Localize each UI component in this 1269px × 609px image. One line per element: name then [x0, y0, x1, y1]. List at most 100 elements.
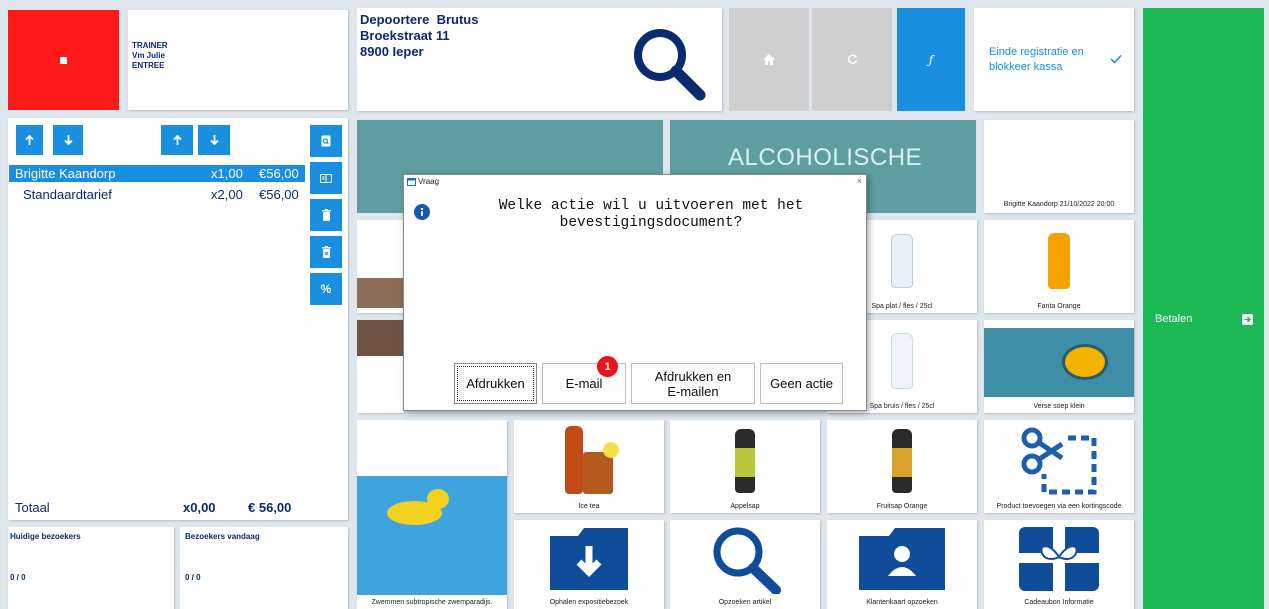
split-button[interactable]	[310, 162, 342, 194]
event-label: Brigitte Kaandorp 21/10/2022 20:00	[1003, 201, 1115, 208]
location-label: ENTREE	[132, 61, 165, 70]
step-badge-label: 1	[604, 360, 611, 373]
product-tile[interactable]	[357, 320, 404, 413]
scroll-down-button[interactable]	[198, 125, 230, 155]
arrow-up-icon	[25, 134, 34, 145]
product-tile[interactable]: Ice tea	[514, 420, 664, 513]
step-badge: 1	[597, 356, 618, 377]
refresh-icon	[847, 54, 857, 65]
info-icon	[414, 204, 430, 220]
product-tile[interactable]	[357, 220, 404, 313]
water-bottle-image	[891, 332, 913, 389]
orange-juice-bottle-image	[892, 428, 912, 493]
category-label: ALCOHOLISCHE	[728, 144, 923, 171]
event-tile[interactable]: Brigitte Kaandorp 21/10/2022 20:00	[984, 120, 1134, 213]
print-and-email-button[interactable]: Afdrukken en E-mailen	[631, 363, 755, 404]
search-icon	[713, 527, 781, 594]
arrow-up-icon	[172, 134, 182, 145]
delete-line-button[interactable]	[310, 199, 342, 231]
dialog-message-line1: Welke actie wil u uitvoeren met het	[498, 198, 804, 214]
document-search-icon	[321, 135, 331, 147]
product-tile[interactable]: Verse soep klein	[984, 320, 1134, 413]
move-up-button[interactable]	[16, 125, 43, 155]
product-label: Ice tea	[578, 503, 600, 510]
customer-street: Broekstraat 11	[360, 28, 450, 43]
question-dialog: Vraag × Welke actie wil u uitvoeren met …	[403, 174, 867, 411]
visitors-today-panel: Bezoekers vandaag 0 / 0	[180, 527, 348, 609]
order-line-qty: x2,00	[211, 187, 243, 202]
trash-x-icon	[321, 246, 331, 258]
order-line-name: Standaardtarief	[23, 187, 112, 202]
home-icon	[763, 54, 775, 65]
current-visitors-label: Huidige bezoekers	[10, 532, 81, 541]
current-visitors-panel: Huidige bezoekers 0 / 0	[8, 527, 174, 609]
pay-button[interactable]: Betalen	[1143, 8, 1264, 609]
print-button[interactable]: Afdrukken	[454, 363, 537, 404]
apple-juice-bottle-image	[735, 428, 755, 493]
product-image	[357, 278, 404, 308]
discount-button[interactable]: %	[310, 273, 342, 305]
function-icon: ƒ	[928, 52, 934, 67]
total-label: Totaal	[15, 500, 50, 515]
product-tile[interactable]: Fruitsap Orange	[827, 420, 977, 513]
refresh-button[interactable]	[812, 8, 892, 111]
product-label: Zwemmen subtropische zwemparadijs.	[371, 599, 493, 606]
close-icon[interactable]: ×	[857, 176, 862, 186]
fanta-bottle-image	[1048, 232, 1070, 289]
order-line-qty: x1,00	[211, 166, 243, 181]
tile-label: Ophalen expositiebezoek	[549, 599, 629, 606]
lookup-article-tile[interactable]: Opzoeken artikel	[670, 520, 820, 609]
email-button-label: E-mail	[565, 376, 603, 391]
delete-all-button[interactable]	[310, 236, 342, 268]
customer-panel[interactable]: Depoortere Brutus Broekstraat 11 8900 Ie…	[357, 8, 722, 111]
tile-label: Klantenkaart opzoeken	[866, 599, 938, 606]
product-tile[interactable]: Appelsap	[670, 420, 820, 513]
product-tile[interactable]: Zwemmen subtropische zwemparadijs.	[357, 420, 507, 609]
percent-icon: %	[320, 282, 332, 296]
arrow-down-icon	[63, 134, 73, 145]
no-action-button[interactable]: Geen actie	[760, 363, 843, 404]
visitors-today-value: 0 / 0	[185, 573, 201, 582]
order-line[interactable]: Brigitte Kaandorp x1,00 €56,00	[9, 165, 305, 182]
folder-download-icon	[550, 527, 628, 590]
water-bottle-image	[891, 233, 913, 288]
stop-icon	[60, 56, 67, 64]
dialog-title: Vraag	[418, 177, 440, 186]
folder-user-icon	[859, 527, 945, 590]
search-icon[interactable]	[627, 22, 711, 106]
fetch-expo-tile[interactable]: Ophalen expositiebezoek	[514, 520, 664, 609]
scroll-up-button[interactable]	[161, 125, 193, 155]
end-registration-button[interactable]: Einde registratie en blokkeer kassa	[974, 8, 1134, 111]
home-button[interactable]	[729, 8, 809, 111]
dialog-message: Welke actie wil u uitvoeren met het beve…	[436, 198, 866, 232]
user-name: Vm Julie	[132, 51, 165, 60]
function-button[interactable]: ƒ	[897, 8, 965, 111]
soup-image	[984, 328, 1134, 397]
order-line-price: €56,00	[259, 166, 299, 181]
stop-button[interactable]	[8, 10, 119, 110]
order-line[interactable]: Standaardtarief x2,00 €56,00	[9, 186, 305, 203]
order-line-price: €56,00	[259, 187, 299, 202]
details-button[interactable]	[310, 125, 342, 157]
customer-city: 8900 Ieper	[360, 44, 424, 59]
pay-label: Betalen	[1155, 313, 1193, 325]
check-icon	[1110, 54, 1122, 64]
trash-icon	[321, 209, 331, 221]
dialog-title-bar: Vraag ×	[404, 175, 866, 189]
print-and-email-label-2: E-mailen	[667, 384, 719, 399]
tile-label: Opzoeken artikel	[718, 599, 772, 606]
product-label: Product toevoegen via een kortingscode	[996, 503, 1122, 510]
product-tile[interactable]: Fanta Orange	[984, 220, 1134, 313]
trainer-label: TRAINER	[132, 41, 168, 50]
order-line-name: Brigitte Kaandorp	[15, 166, 116, 181]
customer-name: Depoortere Brutus	[360, 12, 479, 27]
user-panel: TRAINER Vm Julie ENTREE	[128, 10, 348, 110]
gift-card-icon	[1019, 526, 1099, 591]
voucher-info-tile[interactable]: Cadeaubon Informatie	[984, 520, 1134, 609]
visitors-today-label: Bezoekers vandaag	[185, 532, 260, 541]
current-visitors-value: 0 / 0	[10, 573, 26, 582]
product-tile[interactable]: Product toevoegen via een kortingscode	[984, 420, 1134, 513]
move-down-button[interactable]	[53, 125, 83, 155]
customer-card-tile[interactable]: Klantenkaart opzoeken	[827, 520, 977, 609]
dialog-message-line2: bevestigingsdocument?	[559, 215, 743, 231]
